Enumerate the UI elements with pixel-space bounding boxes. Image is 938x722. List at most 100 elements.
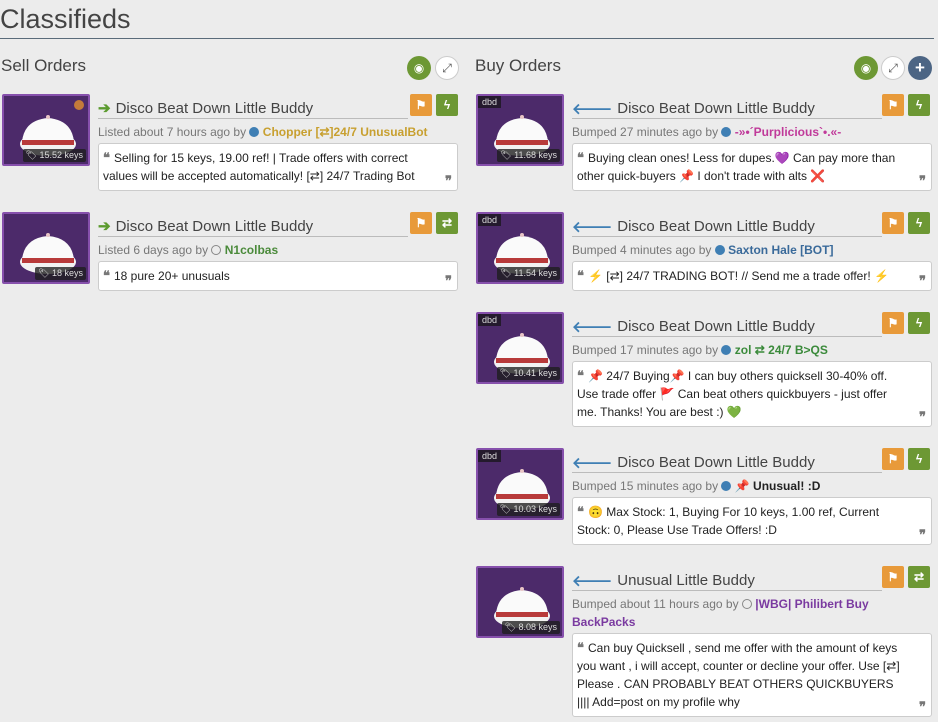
listing-header: 🡐 Disco Beat Down Little Buddy: [572, 98, 882, 119]
toggle-visibility-buy-button[interactable]: ◉: [854, 56, 878, 80]
listing-header: 🡐 Disco Beat Down Little Buddy: [572, 216, 882, 237]
price-tag: 🏷 10.03 keys: [496, 503, 560, 516]
report-button[interactable]: ⚑: [882, 448, 904, 470]
lightning-icon: ϟ: [443, 98, 451, 112]
listing-message: ❝ 📌 24/7 Buying📌 I can buy others quickse…: [572, 361, 932, 427]
listing-message: ❝ 18 pure 20+ unusuals ❞: [98, 261, 458, 291]
buy-listing: dbd 🏷 11.68 keys 🡐 Disco Beat Down Littl…: [476, 94, 934, 191]
swap-icon: ⇄: [441, 216, 453, 230]
expand-sell-button[interactable]: ⤢: [435, 56, 459, 80]
item-thumbnail[interactable]: dbd 🏷 11.54 keys: [476, 212, 564, 284]
user-link[interactable]: -»•´Purplicious`•.«-: [735, 125, 841, 139]
listing-byline: Listed about 7 hours ago by Chopper [⇄]2…: [98, 125, 428, 139]
flag-icon: ⚑: [887, 570, 899, 584]
listing-byline: Bumped 15 minutes ago by 📌 Unusual! :D: [572, 479, 821, 493]
user-link[interactable]: Saxton Hale [BOT]: [728, 243, 833, 257]
quote-open-icon: ❝: [577, 268, 584, 283]
sell-listing: 🏷 15.52 keys ➔ Disco Beat Down Little Bu…: [2, 94, 460, 191]
trade-offer-button[interactable]: ⇄: [436, 212, 458, 234]
buy-listing: dbd 🏷 10.03 keys 🡐 Disco Beat Down Littl…: [476, 448, 934, 545]
online-status-icon: [249, 127, 260, 137]
item-thumbnail[interactable]: dbd 🏷 11.68 keys: [476, 94, 564, 166]
listing-byline: Bumped about 11 hours ago by |WBG| Phili…: [572, 597, 869, 629]
listing-message: ❝ 🙃 Max Stock: 1, Buying For 10 keys, 1.0…: [572, 497, 932, 545]
buy-listing: dbd 🏷 10.41 keys 🡐 Disco Beat Down Littl…: [476, 312, 934, 428]
arrow-left-icon: 🡐: [572, 454, 613, 472]
quote-open-icon: ❝: [103, 268, 110, 283]
report-button[interactable]: ⚑: [882, 312, 904, 334]
eye-icon: ◉: [860, 61, 872, 75]
buy-orders-heading: Buy Orders: [475, 56, 561, 75]
user-link[interactable]: Chopper [⇄]24/7 UnusualBot: [263, 125, 428, 139]
add-buy-order-button[interactable]: +: [908, 56, 932, 80]
trade-offer-button[interactable]: ⇄: [908, 566, 930, 588]
arrow-right-icon: ➔: [98, 100, 111, 117]
item-name-link[interactable]: Disco Beat Down Little Buddy: [617, 100, 815, 117]
item-name-link[interactable]: Unusual Little Buddy: [617, 572, 755, 589]
item-thumbnail[interactable]: 🏷 15.52 keys: [2, 94, 90, 166]
effect-indicator: [74, 100, 84, 110]
effect-tag: dbd: [478, 214, 502, 226]
eye-icon: ◉: [413, 61, 425, 75]
arrow-left-icon: 🡐: [572, 318, 613, 336]
report-button[interactable]: ⚑: [410, 212, 432, 234]
tag-icon: 🏷: [499, 368, 511, 378]
item-thumbnail[interactable]: 🏷 18 keys: [2, 212, 90, 284]
lightning-icon: ϟ: [915, 98, 923, 112]
item-name-link[interactable]: Disco Beat Down Little Buddy: [617, 218, 815, 235]
report-button[interactable]: ⚑: [882, 94, 904, 116]
online-status-icon: [714, 245, 725, 255]
item-thumbnail[interactable]: 🏷 8.08 keys: [476, 566, 564, 638]
item-name-link[interactable]: Disco Beat Down Little Buddy: [116, 100, 314, 117]
price-tag: 🏷 15.52 keys: [22, 149, 86, 162]
online-status-icon: [721, 345, 732, 355]
sell-orders-heading: Sell Orders: [1, 56, 87, 75]
offline-status-icon: [211, 245, 222, 255]
toggle-visibility-sell-button[interactable]: ◉: [407, 56, 431, 80]
listing-byline: Bumped 17 minutes ago by zol ⇄ 24/7 B>QS: [572, 343, 828, 357]
online-status-icon: [721, 127, 732, 137]
listing-header: 🡐 Disco Beat Down Little Buddy: [572, 452, 882, 473]
quote-close-icon: ❞: [919, 173, 926, 188]
quote-close-icon: ❞: [919, 273, 926, 288]
instant-sell-button[interactable]: ϟ: [908, 212, 930, 234]
quote-open-icon: ❝: [577, 368, 584, 383]
report-button[interactable]: ⚑: [410, 94, 432, 116]
listing-header: ➔ Disco Beat Down Little Buddy: [98, 216, 408, 237]
report-button[interactable]: ⚑: [882, 212, 904, 234]
online-status-icon: [721, 481, 732, 491]
tag-icon: 🏷: [25, 150, 37, 160]
expand-buy-button[interactable]: ⤢: [881, 56, 905, 80]
lightning-icon: ϟ: [915, 452, 923, 466]
user-link[interactable]: 📌 Unusual! :D: [735, 479, 821, 493]
effect-tag: dbd: [478, 450, 502, 462]
instant-sell-button[interactable]: ϟ: [908, 312, 930, 334]
price-tag: 🏷 18 keys: [35, 267, 86, 280]
arrow-left-icon: 🡐: [572, 218, 613, 236]
listing-header: 🡐 Disco Beat Down Little Buddy: [572, 316, 882, 337]
user-link[interactable]: N1colbas: [225, 243, 278, 257]
item-name-link[interactable]: Disco Beat Down Little Buddy: [617, 454, 815, 471]
arrow-left-icon: 🡐: [572, 100, 613, 118]
quote-open-icon: ❝: [103, 150, 110, 165]
quote-close-icon: ❞: [919, 409, 926, 424]
listing-message: ❝ Buying clean ones! Less for dupes.💜 Can…: [572, 143, 932, 191]
instant-sell-button[interactable]: ϟ: [908, 448, 930, 470]
effect-tag: dbd: [478, 96, 502, 108]
item-name-link[interactable]: Disco Beat Down Little Buddy: [617, 318, 815, 335]
flag-icon: ⚑: [887, 98, 899, 112]
user-link[interactable]: zol ⇄ 24/7 B>QS: [735, 343, 828, 357]
report-button[interactable]: ⚑: [882, 566, 904, 588]
instant-buy-button[interactable]: ϟ: [436, 94, 458, 116]
flag-icon: ⚑: [887, 452, 899, 466]
lightning-icon: ϟ: [915, 316, 923, 330]
item-name-link[interactable]: Disco Beat Down Little Buddy: [116, 218, 314, 235]
instant-sell-button[interactable]: ϟ: [908, 94, 930, 116]
item-thumbnail[interactable]: dbd 🏷 10.41 keys: [476, 312, 564, 384]
plus-icon: +: [915, 58, 925, 77]
buy-listing: 🏷 8.08 keys 🡐 Unusual Little Buddy ⚑ ⇄ B…: [476, 566, 934, 717]
price-tag: 🏷 10.41 keys: [496, 367, 560, 380]
listing-byline: Bumped 27 minutes ago by -»•´Purplicious…: [572, 125, 842, 139]
listing-message: ❝ Selling for 15 keys, 19.00 ref! | Trade…: [98, 143, 458, 191]
item-thumbnail[interactable]: dbd 🏷 10.03 keys: [476, 448, 564, 520]
